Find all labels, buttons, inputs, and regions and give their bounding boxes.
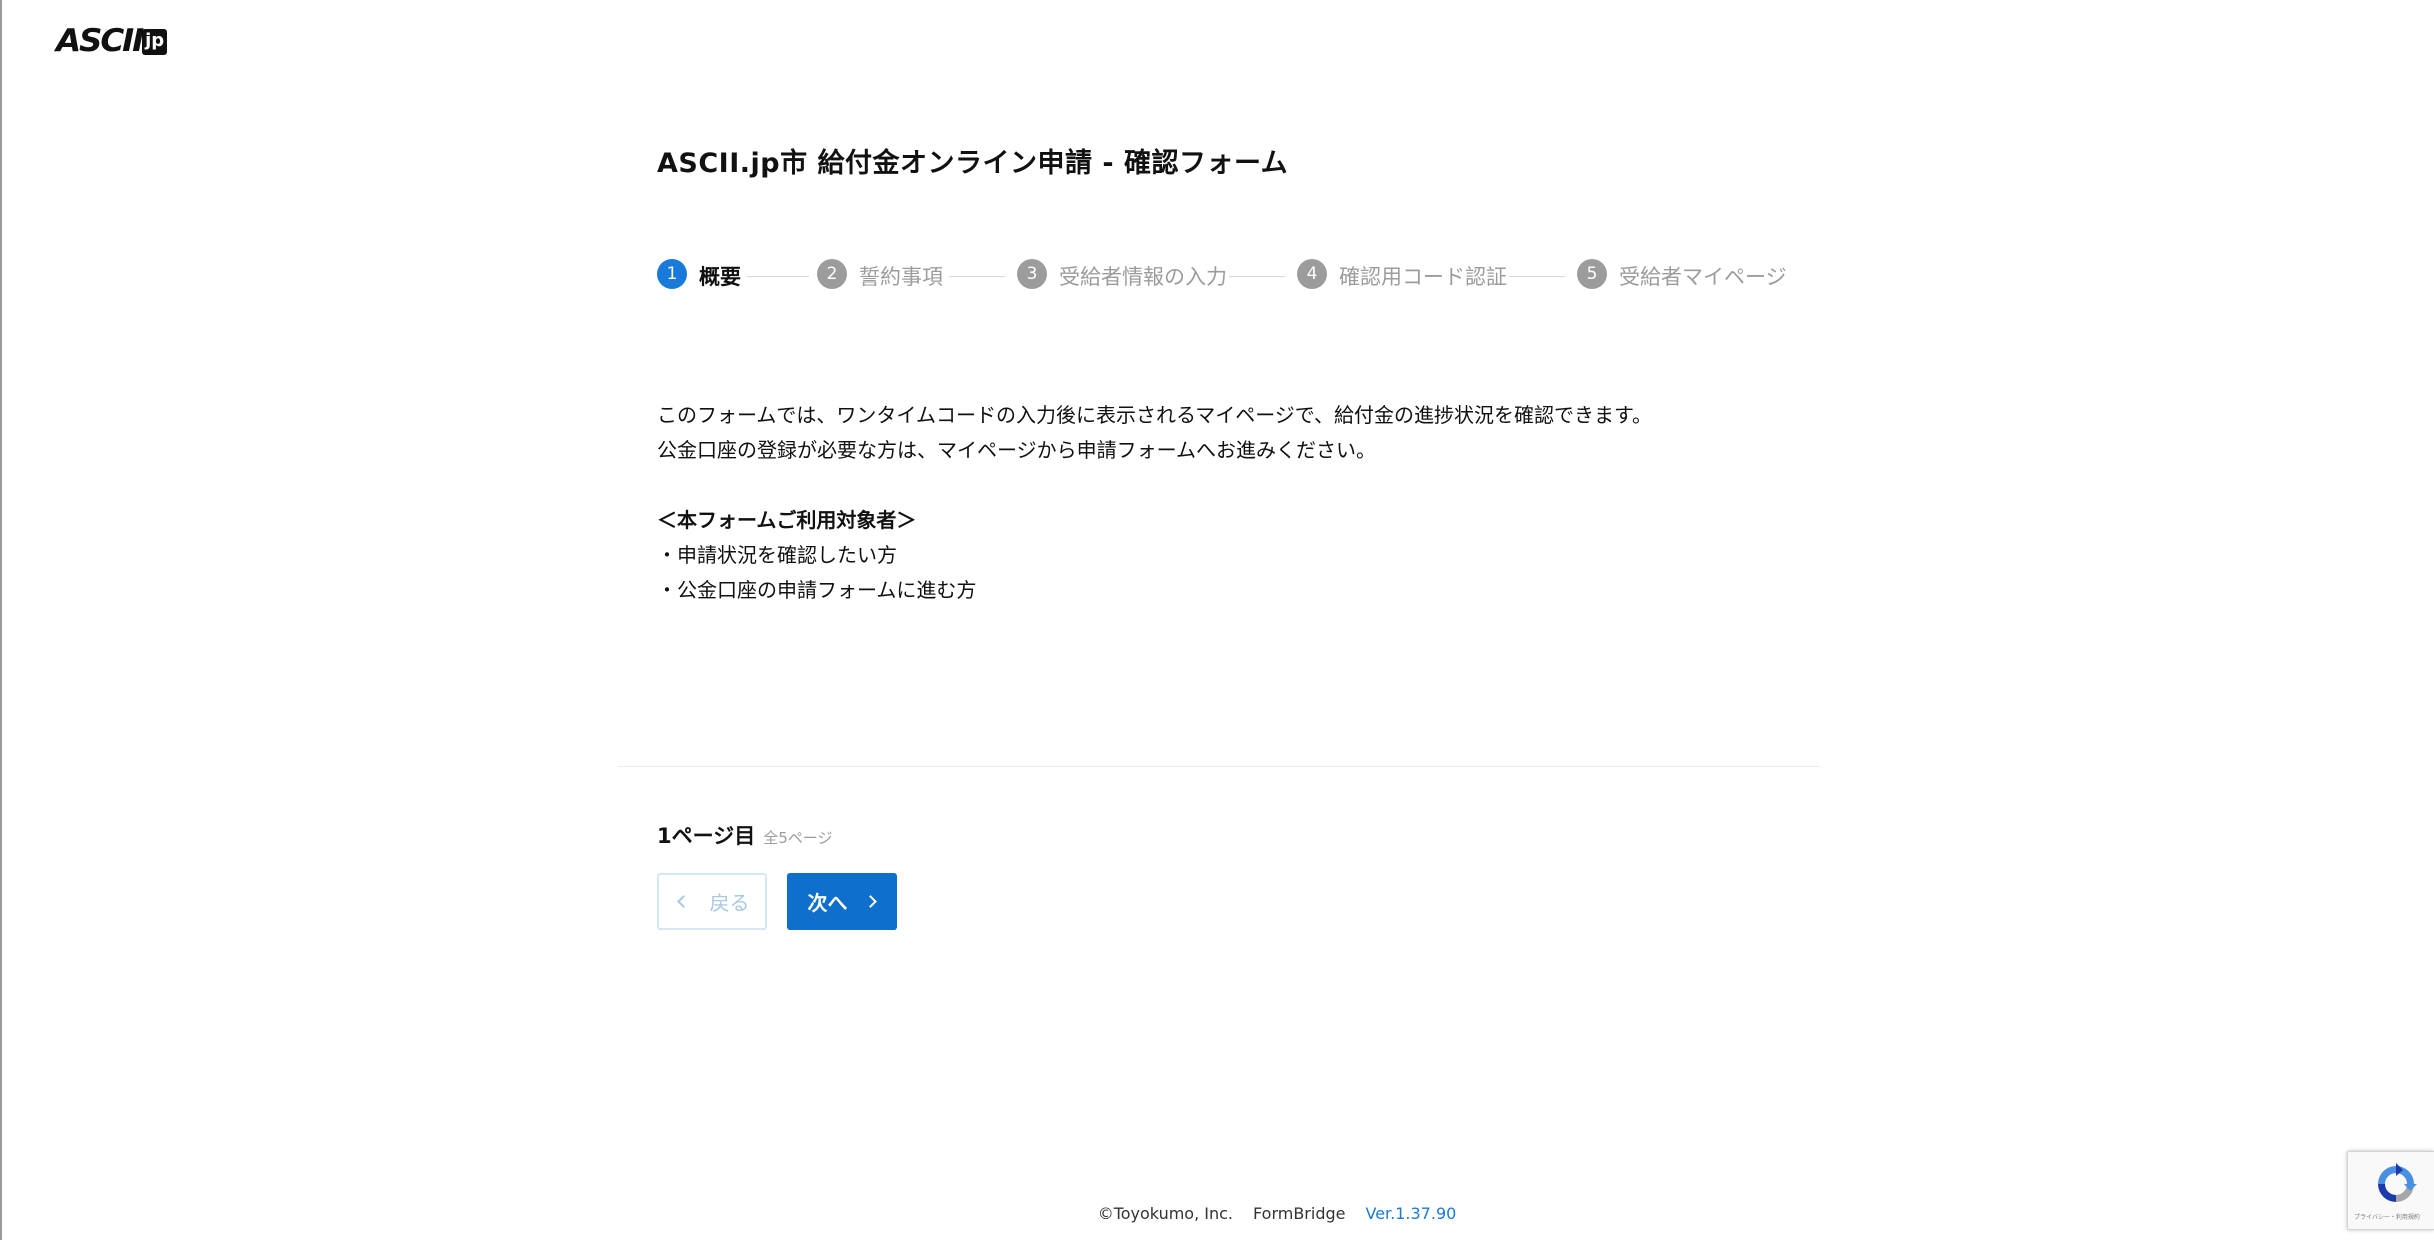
next-button[interactable]: 次へ: [787, 873, 897, 930]
recaptcha-links[interactable]: プライバシー・利用規約: [2354, 1212, 2420, 1221]
back-button-label: 戻る: [709, 891, 750, 915]
step-number: 3: [1017, 259, 1047, 289]
target-users-item: ・申請状況を確認したい方: [657, 543, 897, 567]
ascii-logo[interactable]: ASCII jp: [55, 23, 168, 59]
chevron-right-icon: [863, 895, 877, 908]
step-label: 概要: [699, 265, 741, 289]
footer-product: FormBridge: [1253, 1204, 1346, 1223]
recaptcha-badge[interactable]: プライバシー・利用規約: [2347, 1151, 2434, 1230]
step-label: 誓約事項: [859, 265, 943, 289]
step-label: 受給者情報の入力: [1059, 265, 1227, 289]
footer-copyright: ©Toyokumo, Inc.: [1097, 1204, 1234, 1223]
next-button-label: 次へ: [807, 891, 848, 915]
step-label: 確認用コード認証: [1339, 265, 1507, 289]
description-line: このフォームでは、ワンタイムコードの入力後に表示されるマイページで、給付金の進捗…: [657, 403, 1652, 427]
step-connector: [747, 276, 809, 277]
recaptcha-icon: [2378, 1163, 2417, 1202]
logo-main-text: ASCII: [55, 23, 144, 59]
chevron-left-icon: [676, 895, 690, 908]
step-connector: [1509, 276, 1565, 277]
step-pledge: 2 誓約事項: [817, 257, 943, 291]
page-title: ASCII.jp市 給付金オンライン申請 - 確認フォーム: [657, 148, 1289, 179]
step-label: 受給者マイページ: [1619, 265, 1787, 289]
footer-version: Ver.1.37.90: [1365, 1204, 1457, 1223]
current-page: 1ページ目: [657, 824, 756, 848]
step-number: 2: [817, 259, 847, 289]
step-overview: 1 概要: [657, 257, 741, 291]
form-description: このフォームでは、ワンタイムコードの入力後に表示されるマイページで、給付金の進捗…: [657, 398, 1757, 608]
step-number: 4: [1297, 259, 1327, 289]
target-users-heading: ＜本フォームご利用対象者＞: [657, 508, 917, 532]
logo-jp-badge: jp: [142, 29, 168, 55]
target-users-item: ・公金口座の申請フォームに進む方: [657, 578, 977, 602]
total-pages: 全5ページ: [763, 829, 833, 847]
footer: ©Toyokumo, Inc. FormBridge Ver.1.37.90: [0, 1204, 2434, 1223]
step-connector: [1229, 276, 1285, 277]
window-left-edge: [0, 0, 2, 1240]
step-number: 1: [657, 259, 687, 289]
step-code-verification: 4 確認用コード認証: [1297, 257, 1507, 291]
step-recipient-info: 3 受給者情報の入力: [1017, 257, 1227, 291]
description-line: 公金口座の登録が必要な方は、マイページから申請フォームへお進みください。: [657, 438, 1376, 462]
step-connector: [949, 276, 1005, 277]
divider: [618, 766, 1820, 767]
step-mypage: 5 受給者マイページ: [1577, 257, 1787, 291]
step-number: 5: [1577, 259, 1607, 289]
back-button[interactable]: 戻る: [657, 873, 767, 930]
page-indicator: 1ページ目 全5ページ: [657, 820, 832, 850]
progress-stepper: 1 概要 2 誓約事項 3 受給者情報の入力 4 確認用コード認証 5 受給者マ…: [657, 257, 1787, 291]
